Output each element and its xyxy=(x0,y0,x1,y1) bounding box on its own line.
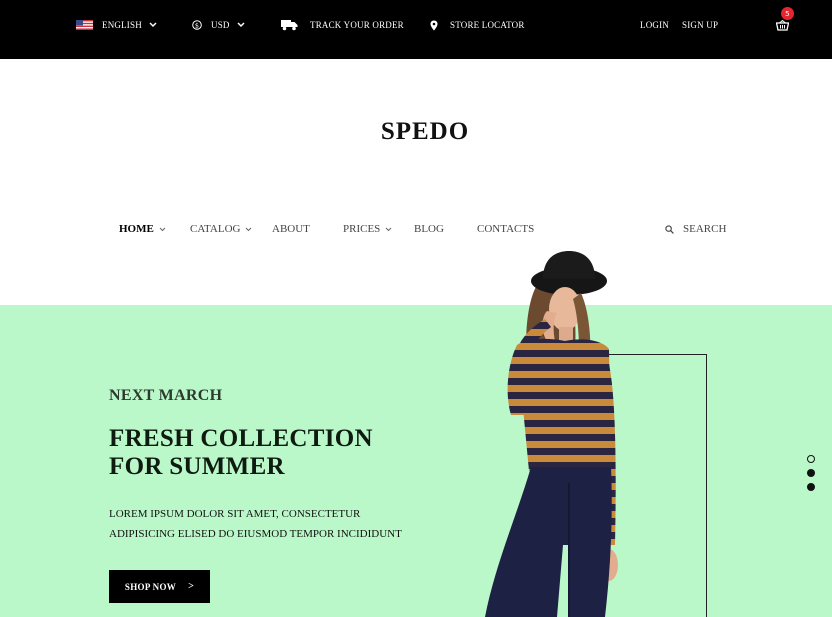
nav-label: BLOG xyxy=(414,223,444,235)
nav-item-home[interactable]: HOME xyxy=(119,221,166,237)
search-icon xyxy=(665,224,674,234)
slider-dot-1[interactable] xyxy=(807,455,815,463)
us-flag-icon xyxy=(76,20,93,30)
track-order-link[interactable]: TRACK YOUR ORDER xyxy=(281,0,404,50)
language-selector[interactable]: ENGLISH xyxy=(76,0,157,50)
shop-now-button[interactable]: SHOP NOW > xyxy=(109,570,210,603)
search-button[interactable]: SEARCH xyxy=(665,221,726,237)
currency-selector[interactable]: $ USD xyxy=(192,0,245,50)
nav-item-about[interactable]: ABOUT xyxy=(272,221,310,237)
hero-title: FRESH COLLECTION FOR SUMMER xyxy=(109,425,449,481)
cart-button[interactable]: 5 xyxy=(772,0,794,50)
hero-description-line: LOREM IPSUM DOLOR SIT AMET, CONSECTETUR xyxy=(109,508,361,520)
hero-title-line: FRESH COLLECTION xyxy=(109,425,373,452)
nav-item-contacts[interactable]: CONTACTS xyxy=(477,221,534,237)
language-label: ENGLISH xyxy=(102,20,142,30)
store-locator-link[interactable]: STORE LOCATOR xyxy=(430,0,525,50)
slider-pagination xyxy=(807,455,817,497)
chevron-down-icon xyxy=(385,227,392,231)
chevron-down-icon xyxy=(159,227,166,231)
slider-dot-2[interactable] xyxy=(807,469,815,477)
nav-label: CONTACTS xyxy=(477,223,535,235)
nav-label: PRICES xyxy=(343,223,381,235)
map-pin-icon xyxy=(430,20,438,30)
nav-item-catalog[interactable]: CATALOG xyxy=(190,221,252,237)
nav-item-blog[interactable]: BLOG xyxy=(414,221,444,237)
top-bar: ENGLISH $ USD TRACK YOUR ORDER STORE LOC… xyxy=(0,0,832,59)
track-order-label: TRACK YOUR ORDER xyxy=(310,20,404,30)
svg-text:$: $ xyxy=(195,21,199,29)
arrow-right-icon: > xyxy=(188,581,195,592)
search-label: SEARCH xyxy=(683,223,727,235)
cart-count-badge: 5 xyxy=(781,7,794,20)
hero-description-line: ADIPISICING ELISED DO EIUSMOD TEMPOR INC… xyxy=(109,528,402,540)
slider-dot-3[interactable] xyxy=(807,483,815,491)
chevron-down-icon xyxy=(149,22,157,28)
basket-icon xyxy=(775,19,789,31)
nav-label: HOME xyxy=(119,223,154,235)
hero-banner: NEXT MARCH FRESH COLLECTION FOR SUMMER L… xyxy=(0,305,832,617)
hero-kicker: NEXT MARCH xyxy=(109,387,223,404)
chevron-down-icon xyxy=(237,22,245,28)
signup-link[interactable]: SIGN UP xyxy=(682,0,718,50)
nav-label: ABOUT xyxy=(272,223,310,235)
shop-now-label: SHOP NOW xyxy=(124,581,177,592)
nav-item-prices[interactable]: PRICES xyxy=(343,221,392,237)
currency-label: USD xyxy=(211,20,230,30)
brand-logo[interactable]: SPEDO xyxy=(0,118,832,146)
dollar-icon: $ xyxy=(192,20,202,30)
nav-label: CATALOG xyxy=(190,223,241,235)
store-locator-label: STORE LOCATOR xyxy=(450,20,525,30)
hero-description: LOREM IPSUM DOLOR SIT AMET, CONSECTETUR … xyxy=(109,504,439,544)
truck-icon xyxy=(281,20,298,31)
login-link[interactable]: LOGIN xyxy=(640,0,669,50)
chevron-down-icon xyxy=(246,227,252,231)
hero-model-image xyxy=(485,251,618,617)
hero-title-line: FOR SUMMER xyxy=(109,453,285,480)
